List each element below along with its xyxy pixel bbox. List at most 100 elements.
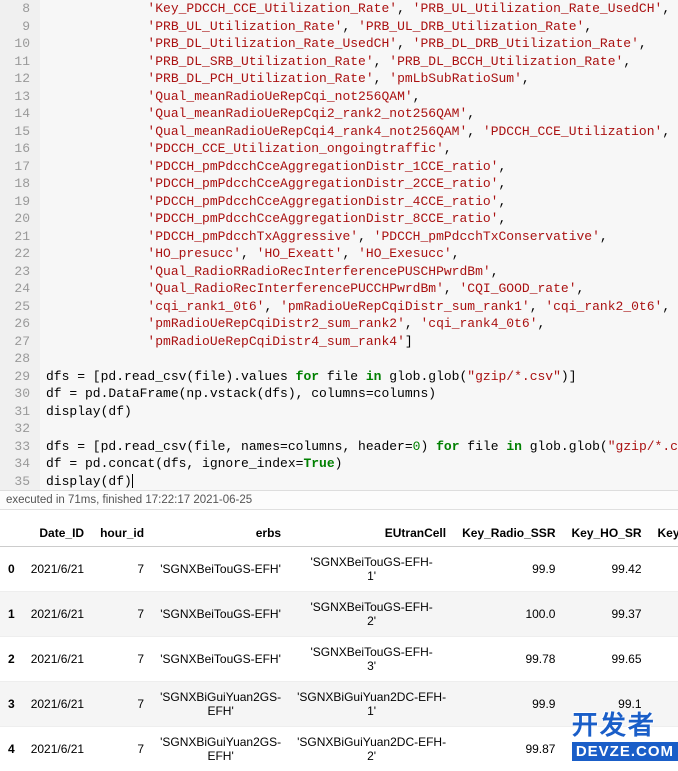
cell: 'SGNXBiGuiYuan2DC-EFH-1' (289, 682, 454, 727)
line-number: 9 (0, 18, 40, 36)
code-line[interactable]: 24 'Qual_RadioRecInterferencePUCCHPwrdBm… (0, 280, 678, 298)
code-line[interactable]: 22 'HO_presucc', 'HO_Exeatt', 'HO_Exesuc… (0, 245, 678, 263)
line-number: 20 (0, 210, 40, 228)
code-line[interactable]: 12 'PRB_DL_PCH_Utilization_Rate', 'pmLbS… (0, 70, 678, 88)
row-index: 3 (0, 682, 23, 727)
cell (650, 637, 678, 682)
line-number: 27 (0, 333, 40, 351)
line-number: 30 (0, 385, 40, 403)
cell (650, 547, 678, 592)
code-line[interactable]: 28 (0, 350, 678, 368)
code-content[interactable]: 'cqi_rank1_0t6', 'pmRadioUeRepCqiDistr_s… (40, 298, 670, 316)
code-content[interactable]: 'PRB_UL_Utilization_Rate', 'PRB_UL_DRB_U… (40, 18, 592, 36)
code-line[interactable]: 14 'Qual_meanRadioUeRepCqi2_rank2_not256… (0, 105, 678, 123)
cell: 99.1 (563, 682, 649, 727)
cell: 'SGNXBeiTouGS-EFH-1' (289, 547, 454, 592)
cell: 'SGNXBeiTouGS-EFH' (152, 592, 289, 637)
line-number: 23 (0, 263, 40, 281)
code-line[interactable]: 32 (0, 420, 678, 438)
table-row: 22021/6/217'SGNXBeiTouGS-EFH''SGNXBeiTou… (0, 637, 678, 682)
code-content[interactable]: 'PDCCH_pmPdcchCceAggregationDistr_4CCE_r… (40, 193, 506, 211)
cell: 'SGNXBeiTouGS-EFH' (152, 637, 289, 682)
code-content[interactable]: 'PRB_DL_SRB_Utilization_Rate', 'PRB_DL_B… (40, 53, 631, 71)
table-row: 12021/6/217'SGNXBeiTouGS-EFH''SGNXBeiTou… (0, 592, 678, 637)
code-line[interactable]: 35display(df) (0, 473, 678, 491)
code-content[interactable]: display(df) (40, 403, 132, 421)
code-editor[interactable]: 8 'Key_PDCCH_CCE_Utilization_Rate', 'PRB… (0, 0, 678, 491)
code-line[interactable]: 21 'PDCCH_pmPdcchTxAggressive', 'PDCCH_p… (0, 228, 678, 246)
cell: 'SGNXBiGuiYuan2GS-EFH' (152, 727, 289, 771)
column-header: erbs (152, 520, 289, 547)
cell: 99.78 (454, 637, 563, 682)
line-number: 13 (0, 88, 40, 106)
line-number: 14 (0, 105, 40, 123)
code-line[interactable]: 31display(df) (0, 403, 678, 421)
code-content[interactable]: 'PRB_DL_Utilization_Rate_UsedCH', 'PRB_D… (40, 35, 647, 53)
code-content[interactable]: 'pmRadioUeRepCqiDistr2_sum_rank2', 'cqi_… (40, 315, 545, 333)
cell: 2021/6/21 (23, 682, 92, 727)
code-line[interactable]: 30df = pd.DataFrame(np.vstack(dfs), colu… (0, 385, 678, 403)
line-number: 24 (0, 280, 40, 298)
code-line[interactable]: 25 'cqi_rank1_0t6', 'pmRadioUeRepCqiDist… (0, 298, 678, 316)
line-number: 28 (0, 350, 40, 368)
code-line[interactable]: 23 'Qual_RadioRRadioRecInterferencePUSCH… (0, 263, 678, 281)
code-content[interactable]: 'Qual_RadioRRadioRecInterferencePUSCHPwr… (40, 263, 499, 281)
code-line[interactable]: 17 'PDCCH_pmPdcchCceAggregationDistr_1CC… (0, 158, 678, 176)
cell: 7 (92, 547, 152, 592)
code-line[interactable]: 33dfs = [pd.read_csv(file, names=columns… (0, 438, 678, 456)
cell: 'SGNXBeiTouGS-EFH' (152, 547, 289, 592)
column-header (0, 520, 23, 547)
output-area: Date_IDhour_iderbsEUtranCellKey_Radio_SS… (0, 510, 678, 771)
code-line[interactable]: 11 'PRB_DL_SRB_Utilization_Rate', 'PRB_D… (0, 53, 678, 71)
code-line[interactable]: 19 'PDCCH_pmPdcchCceAggregationDistr_4CC… (0, 193, 678, 211)
code-content[interactable]: 'Qual_meanRadioUeRepCqi4_rank4_not256QAM… (40, 123, 670, 141)
code-line[interactable]: 10 'PRB_DL_Utilization_Rate_UsedCH', 'PR… (0, 35, 678, 53)
cell: 7 (92, 592, 152, 637)
code-content[interactable]: 'PDCCH_pmPdcchCceAggregationDistr_2CCE_r… (40, 175, 506, 193)
cell (650, 592, 678, 637)
code-line[interactable]: 15 'Qual_meanRadioUeRepCqi4_rank4_not256… (0, 123, 678, 141)
code-line[interactable]: 20 'PDCCH_pmPdcchCceAggregationDistr_8CC… (0, 210, 678, 228)
code-content[interactable]: 'Qual_meanRadioUeRepCqi_not256QAM', (40, 88, 420, 106)
code-content[interactable] (40, 350, 46, 368)
column-header: Key_Radio_SSR (454, 520, 563, 547)
code-content[interactable]: dfs = [pd.read_csv(file).values for file… (40, 368, 577, 386)
code-line[interactable]: 34df = pd.concat(dfs, ignore_index=True) (0, 455, 678, 473)
code-content[interactable]: display(df) (40, 473, 133, 491)
code-content[interactable]: df = pd.concat(dfs, ignore_index=True) (40, 455, 342, 473)
column-header: Date_ID (23, 520, 92, 547)
execution-status: executed in 71ms, finished 17:22:17 2021… (0, 491, 678, 510)
code-content[interactable]: dfs = [pd.read_csv(file, names=columns, … (40, 438, 678, 456)
code-content[interactable]: 'PDCCH_pmPdcchCceAggregationDistr_8CCE_r… (40, 210, 506, 228)
code-content[interactable]: 'Key_PDCCH_CCE_Utilization_Rate', 'PRB_U… (40, 0, 670, 18)
code-content[interactable]: 'Qual_meanRadioUeRepCqi2_rank2_not256QAM… (40, 105, 475, 123)
code-content[interactable]: 'pmRadioUeRepCqiDistr4_sum_rank4'] (40, 333, 413, 351)
row-index: 2 (0, 637, 23, 682)
code-line[interactable]: 26 'pmRadioUeRepCqiDistr2_sum_rank2', 'c… (0, 315, 678, 333)
code-content[interactable]: 'PDCCH_pmPdcchCceAggregationDistr_1CCE_r… (40, 158, 506, 176)
code-line[interactable]: 9 'PRB_UL_Utilization_Rate', 'PRB_UL_DRB… (0, 18, 678, 36)
line-number: 26 (0, 315, 40, 333)
code-content[interactable]: 'HO_presucc', 'HO_Exeatt', 'HO_Exesucc', (40, 245, 460, 263)
code-content[interactable] (40, 420, 46, 438)
code-content[interactable]: 'Qual_RadioRecInterferencePUCCHPwrdBm', … (40, 280, 584, 298)
code-line[interactable]: 13 'Qual_meanRadioUeRepCqi_not256QAM', (0, 88, 678, 106)
line-number: 22 (0, 245, 40, 263)
code-content[interactable]: 'PDCCH_pmPdcchTxAggressive', 'PDCCH_pmPd… (40, 228, 608, 246)
cell: 99.65 (563, 637, 649, 682)
code-content[interactable]: 'PRB_DL_PCH_Utilization_Rate', 'pmLbSubR… (40, 70, 530, 88)
cell: 99.42 (563, 547, 649, 592)
code-content[interactable]: 'PDCCH_CCE_Utilization_ongoingtraffic', (40, 140, 452, 158)
cell (650, 682, 678, 727)
cell: 'SGNXBiGuiYuan2GS-EFH' (152, 682, 289, 727)
code-line[interactable]: 16 'PDCCH_CCE_Utilization_ongoingtraffic… (0, 140, 678, 158)
code-content[interactable]: df = pd.DataFrame(np.vstack(dfs), column… (40, 385, 436, 403)
line-number: 17 (0, 158, 40, 176)
code-line[interactable]: 27 'pmRadioUeRepCqiDistr4_sum_rank4'] (0, 333, 678, 351)
code-line[interactable]: 8 'Key_PDCCH_CCE_Utilization_Rate', 'PRB… (0, 0, 678, 18)
line-number: 33 (0, 438, 40, 456)
cell: 2021/6/21 (23, 547, 92, 592)
code-line[interactable]: 29dfs = [pd.read_csv(file).values for fi… (0, 368, 678, 386)
code-line[interactable]: 18 'PDCCH_pmPdcchCceAggregationDistr_2CC… (0, 175, 678, 193)
row-index: 4 (0, 727, 23, 771)
